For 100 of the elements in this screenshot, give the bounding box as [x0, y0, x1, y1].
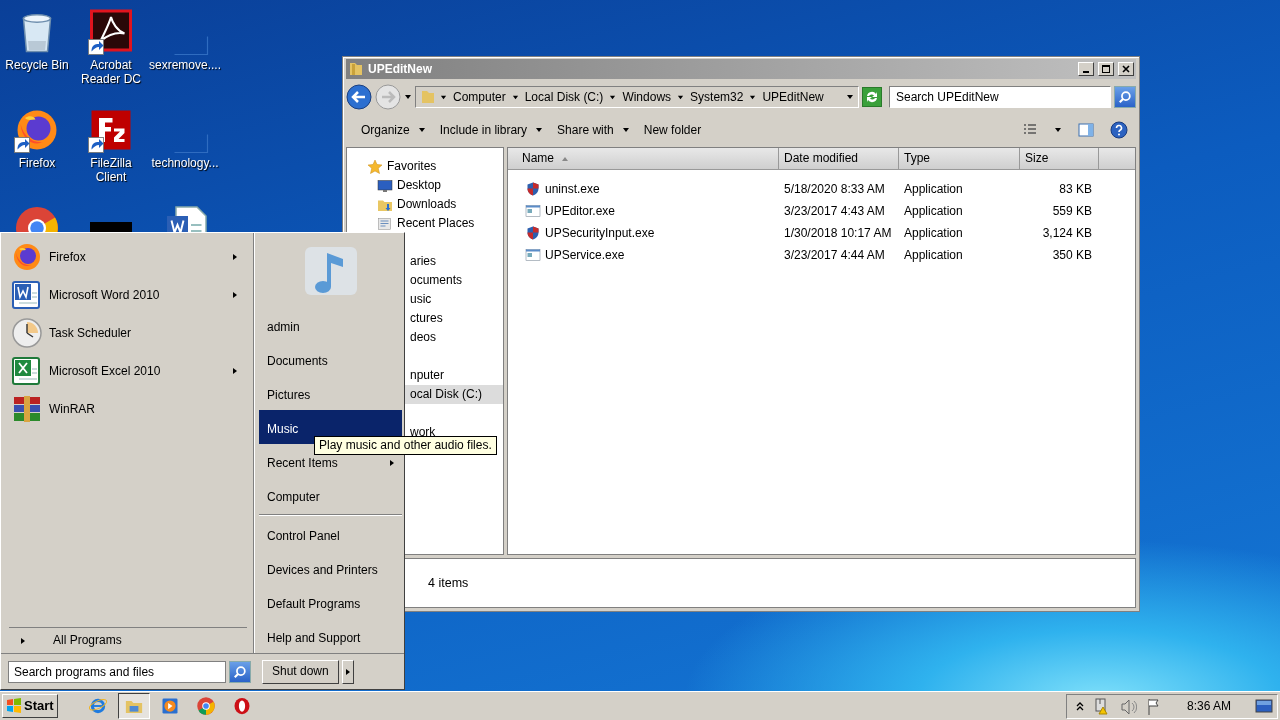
menu-item[interactable]: Devices and Printers: [259, 551, 402, 586]
caret-icon: [404, 93, 412, 101]
shut-down-options[interactable]: [341, 659, 354, 684]
file-name[interactable]: UPService.exe: [545, 247, 625, 263]
minimize-button[interactable]: [1078, 62, 1094, 76]
maximize-button[interactable]: [1098, 62, 1114, 76]
refresh-button[interactable]: [862, 87, 882, 107]
nav-item[interactable]: Desktop: [347, 176, 503, 195]
tray-icon[interactable]: [1118, 697, 1137, 715]
file-name[interactable]: uninst.exe: [545, 181, 600, 197]
toolbar-button[interactable]: New folder: [636, 120, 709, 140]
nav-item[interactable]: Downloads: [347, 195, 503, 214]
menu-item[interactable]: Documents: [259, 342, 402, 377]
back-button[interactable]: [346, 84, 372, 110]
size-cell-text: 3,124 KB: [1041, 225, 1092, 241]
program-item[interactable]: Microsoft Excel 2010: [1, 352, 253, 390]
icon-label[interactable]: sexremove....: [149, 58, 221, 73]
toolbar-button[interactable]: Share with: [550, 120, 637, 140]
column-header[interactable]: Size: [1020, 148, 1099, 169]
shut-down-button[interactable]: Shut down: [262, 659, 339, 684]
item-count: 4 items: [428, 575, 469, 591]
chevron-icon: [440, 93, 447, 101]
file-name[interactable]: UPEditor.exe: [545, 203, 616, 219]
breadcrumb-link[interactable]: System32: [688, 89, 746, 105]
browser-icon: [11, 241, 43, 273]
search-button[interactable]: [1114, 86, 1136, 108]
search-field[interactable]: Search UPEditNew: [889, 86, 1111, 108]
folder-icon: [377, 215, 393, 232]
close-button[interactable]: [1118, 62, 1134, 76]
size-cell-text: 350 KB: [1051, 247, 1092, 263]
chevron-icon: [749, 93, 757, 101]
submenu-arrow-icon: [19, 636, 27, 645]
speaker-icon: [1118, 697, 1137, 715]
type-cell-text: Application: [904, 247, 964, 263]
date-cell-text: 1/30/2018 10:17 AM: [784, 225, 893, 241]
chevron-icon: [677, 93, 685, 101]
help-button[interactable]: [1110, 121, 1128, 139]
breadcrumb-link[interactable]: Computer: [451, 89, 508, 105]
column-header[interactable]: Date modified: [779, 148, 899, 169]
start-button[interactable]: Start: [2, 694, 58, 718]
toolbar-button[interactable]: Organize: [354, 120, 433, 140]
star-icon: [367, 158, 383, 175]
column-header[interactable]: Type: [899, 148, 1020, 169]
address-bar[interactable]: Computer Local Disk (C:) Windows System32 UPEditNew: [415, 86, 859, 108]
size-cell-text: 559 KB: [1051, 203, 1092, 219]
column-header[interactable]: Name: [508, 148, 779, 169]
program-item[interactable]: WinRAR: [1, 390, 253, 428]
clock-icon: [11, 317, 43, 349]
address-dropdown[interactable]: [846, 93, 854, 101]
breadcrumb-link[interactable]: UPEditNew: [760, 89, 826, 105]
archive-icon: [11, 393, 43, 425]
date-cell-text: 3/23/2017 4:44 AM: [784, 247, 886, 263]
program-item[interactable]: Microsoft Word 2010: [1, 276, 253, 314]
search-icon: [233, 664, 247, 679]
close-icon: [1122, 65, 1130, 73]
program-item[interactable]: Firefox: [1, 238, 253, 276]
windows-logo-icon: [6, 698, 22, 714]
search-button[interactable]: [229, 660, 251, 683]
date-cell-text: 5/18/2020 8:33 AM: [784, 181, 886, 197]
help-icon: [1110, 121, 1128, 139]
toolbar-button[interactable]: Include in library: [432, 120, 551, 140]
icon-label[interactable]: Acrobat Reader DC: [74, 58, 148, 87]
menu-item[interactable]: admin: [259, 308, 402, 343]
type-cell-text: Application: [904, 203, 964, 219]
chevron-up-icon: [1074, 700, 1085, 712]
icon-label[interactable]: Recycle Bin: [5, 58, 69, 73]
submenu-arrow-icon: [343, 667, 352, 676]
breadcrumb-link[interactable]: Windows: [620, 89, 674, 105]
date-cell-text: 3/23/2017 4:43 AM: [784, 203, 886, 219]
caret-icon: [1054, 126, 1062, 134]
show-hidden-icons[interactable]: [1074, 700, 1085, 712]
breadcrumb-link[interactable]: Local Disk (C:): [522, 89, 606, 105]
spreadsheet-icon: [11, 355, 43, 387]
nav-item[interactable]: Recent Places: [347, 214, 503, 233]
menu-item[interactable]: Control Panel: [259, 517, 402, 552]
menu-item[interactable]: Computer: [259, 477, 402, 512]
browser-icon: [87, 696, 108, 716]
view-dropdown[interactable]: [1054, 126, 1062, 134]
browser-icon: [195, 696, 216, 716]
history-dropdown[interactable]: [404, 93, 412, 101]
clock[interactable]: 8:36 AM: [1186, 698, 1231, 714]
taskbar-app[interactable]: [117, 693, 150, 719]
file-name[interactable]: UPSecurityInput.exe: [545, 225, 655, 241]
window-title: UPEditNew: [368, 61, 433, 77]
maximize-icon: [1102, 65, 1110, 73]
nav-item[interactable]: Favorites: [347, 157, 503, 176]
tooltip: Play music and other audio files.: [314, 436, 497, 455]
application-icon: [525, 247, 541, 263]
menu-item[interactable]: Default Programs: [259, 585, 402, 620]
all-programs-button[interactable]: All Programs: [9, 627, 247, 653]
program-item[interactable]: Task Scheduler: [1, 314, 253, 352]
minimize-icon: [1083, 71, 1089, 73]
search-field[interactable]: Search programs and files: [8, 660, 226, 683]
preview-pane-button[interactable]: [1078, 122, 1094, 138]
menu-item[interactable]: Help and Support: [259, 619, 402, 654]
shield-icon: [525, 225, 541, 241]
icon-label[interactable]: FileZilla Client: [74, 156, 148, 185]
show-desktop-button[interactable]: [1255, 698, 1273, 714]
icon-label[interactable]: Firefox: [18, 156, 56, 171]
icon-label[interactable]: technology...: [151, 156, 219, 171]
